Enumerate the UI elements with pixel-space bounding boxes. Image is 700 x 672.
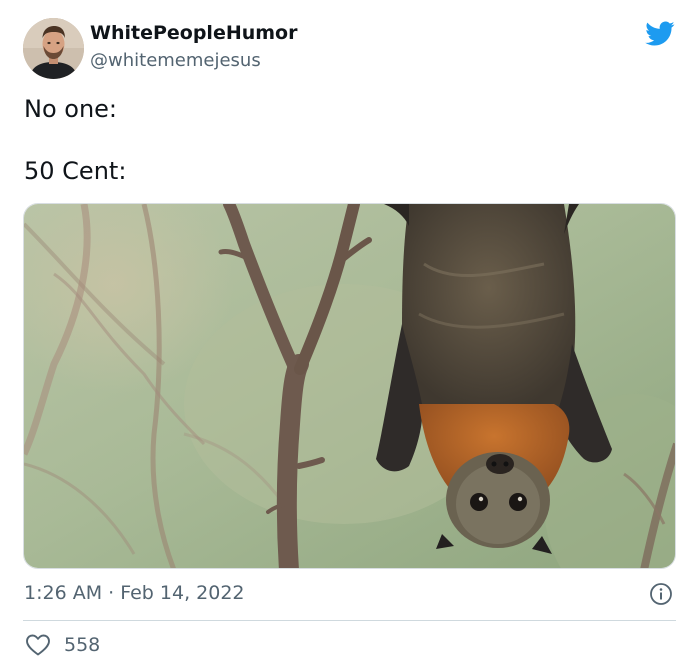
avatar[interactable]: [23, 18, 84, 79]
author-handle[interactable]: @whitememejesus: [90, 50, 261, 71]
tweet-card: WhitePeopleHumor @whitememejesus No one:…: [0, 0, 700, 672]
tweet-text-line: 50 Cent:: [24, 157, 127, 185]
info-icon[interactable]: [649, 582, 673, 606]
divider: [23, 620, 676, 621]
heart-icon[interactable]: [25, 633, 51, 657]
author-display-name[interactable]: WhitePeopleHumor: [90, 22, 297, 44]
tweet-media-photo[interactable]: [23, 203, 676, 569]
tweet-text-line: No one:: [24, 95, 118, 123]
tweet-timestamp[interactable]: 1:26 AM · Feb 14, 2022: [24, 582, 245, 604]
twitter-bird-icon[interactable]: [645, 21, 675, 47]
like-count: 558: [64, 634, 101, 656]
